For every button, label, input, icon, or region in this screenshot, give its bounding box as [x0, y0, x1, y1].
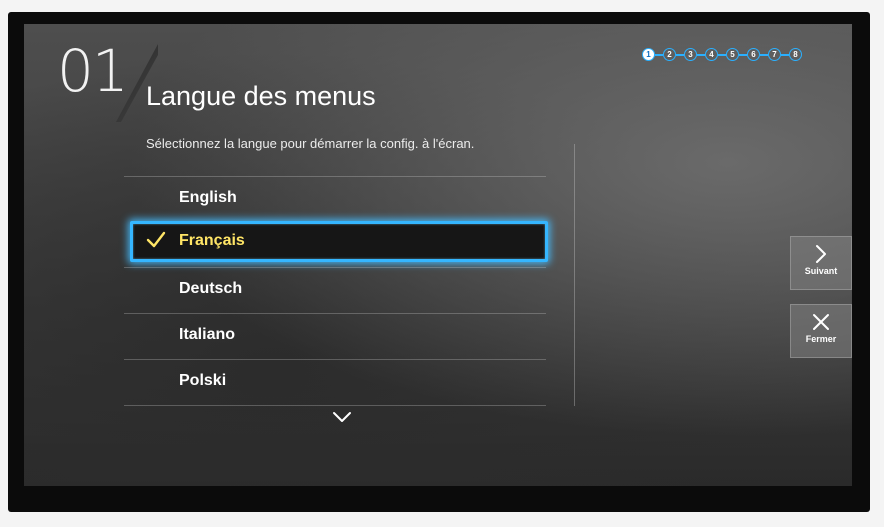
language-option-italiano[interactable]: Italiano: [124, 313, 546, 358]
language-label: Polski: [179, 372, 227, 389]
next-button[interactable]: Suivant: [790, 236, 852, 290]
chevron-right-icon: [816, 245, 826, 263]
close-button[interactable]: Fermer: [790, 304, 852, 358]
tv-screen: 01 Langue des menus Sélectionnez la lang…: [24, 24, 852, 486]
progress-connector: [697, 53, 705, 56]
progress-connector: [676, 53, 684, 56]
progress-step: 1: [642, 48, 655, 61]
close-label: Fermer: [805, 334, 837, 344]
progress-step: 3: [684, 48, 697, 61]
progress-connector: [739, 53, 747, 56]
language-label: English: [179, 189, 237, 206]
step-number: 01: [57, 37, 129, 105]
progress-step: 2: [663, 48, 676, 61]
progress-connector: [718, 53, 726, 56]
progress-step: 5: [726, 48, 739, 61]
language-label: Deutsch: [179, 280, 243, 297]
progress-connector: [655, 53, 663, 56]
language-option-english[interactable]: English: [124, 176, 546, 221]
progress-connector: [760, 53, 768, 56]
progress-step: 7: [768, 48, 781, 61]
page-title: Langue des menus: [146, 81, 376, 111]
language-option-francais[interactable]: Français: [130, 221, 548, 262]
check-icon: [146, 231, 166, 248]
progress-step: 6: [747, 48, 760, 61]
page-subtitle: Sélectionnez la langue pour démarrer la …: [146, 136, 475, 151]
close-icon: [813, 314, 829, 330]
next-label: Suivant: [804, 266, 838, 276]
language-label: Français: [179, 232, 245, 249]
language-option-deutsch[interactable]: Deutsch: [124, 267, 546, 312]
language-list: English Français Deutsch Italiano Polski: [124, 176, 576, 406]
language-option-polski[interactable]: Polski: [124, 359, 546, 404]
progress-connector: [781, 53, 789, 56]
progress-step: 8: [789, 48, 802, 61]
chevron-down-icon[interactable]: [326, 406, 358, 428]
setup-progress: 1 2 3 4 5 6 7 8: [642, 48, 802, 61]
language-label: Italiano: [179, 326, 236, 343]
progress-step: 4: [705, 48, 718, 61]
